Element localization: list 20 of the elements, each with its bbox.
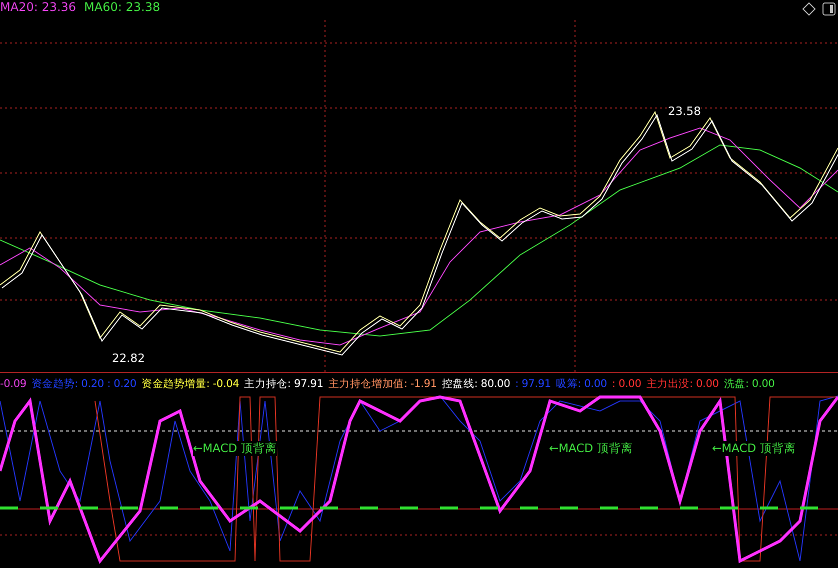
divergence-label: ←MACD 顶背离 xyxy=(193,441,277,456)
indicator-value: 控盘线: 80.00 xyxy=(442,377,510,391)
price-label: 22.82 xyxy=(112,351,145,365)
indicator-value: 主力持仓增加值: -1.91 xyxy=(328,377,437,391)
price-label: 23.58 xyxy=(668,104,701,118)
indicator-value: 主力持仓: 97.91 xyxy=(244,377,324,391)
indicator-value: : 97.91 xyxy=(515,378,551,390)
divergence-label: ←MACD 顶背离 xyxy=(712,441,796,456)
indicator-value: 主力出没: 0.00 xyxy=(646,377,719,391)
divergence-label: ←MACD 顶背离 xyxy=(549,441,633,456)
indicator-value: 洗盘: 0.00 xyxy=(724,377,775,391)
ma-legend-text: MA20: 23.36 xyxy=(0,0,76,14)
indicator-value: : 0.00 xyxy=(612,378,642,390)
panel-toggle-icon[interactable] xyxy=(822,2,836,16)
indicator-value: 吸筹: 0.00 xyxy=(556,377,607,391)
indicator-value: -0.09 xyxy=(0,378,26,390)
ma-legend-text: MA60: 23.38 xyxy=(84,0,160,14)
indicator-value: 资金趋势增量: -0.04 xyxy=(141,377,240,391)
diamond-icon[interactable] xyxy=(802,2,816,16)
indicator-value: 资金趋势: 0.20 : 0.20 xyxy=(31,377,136,391)
